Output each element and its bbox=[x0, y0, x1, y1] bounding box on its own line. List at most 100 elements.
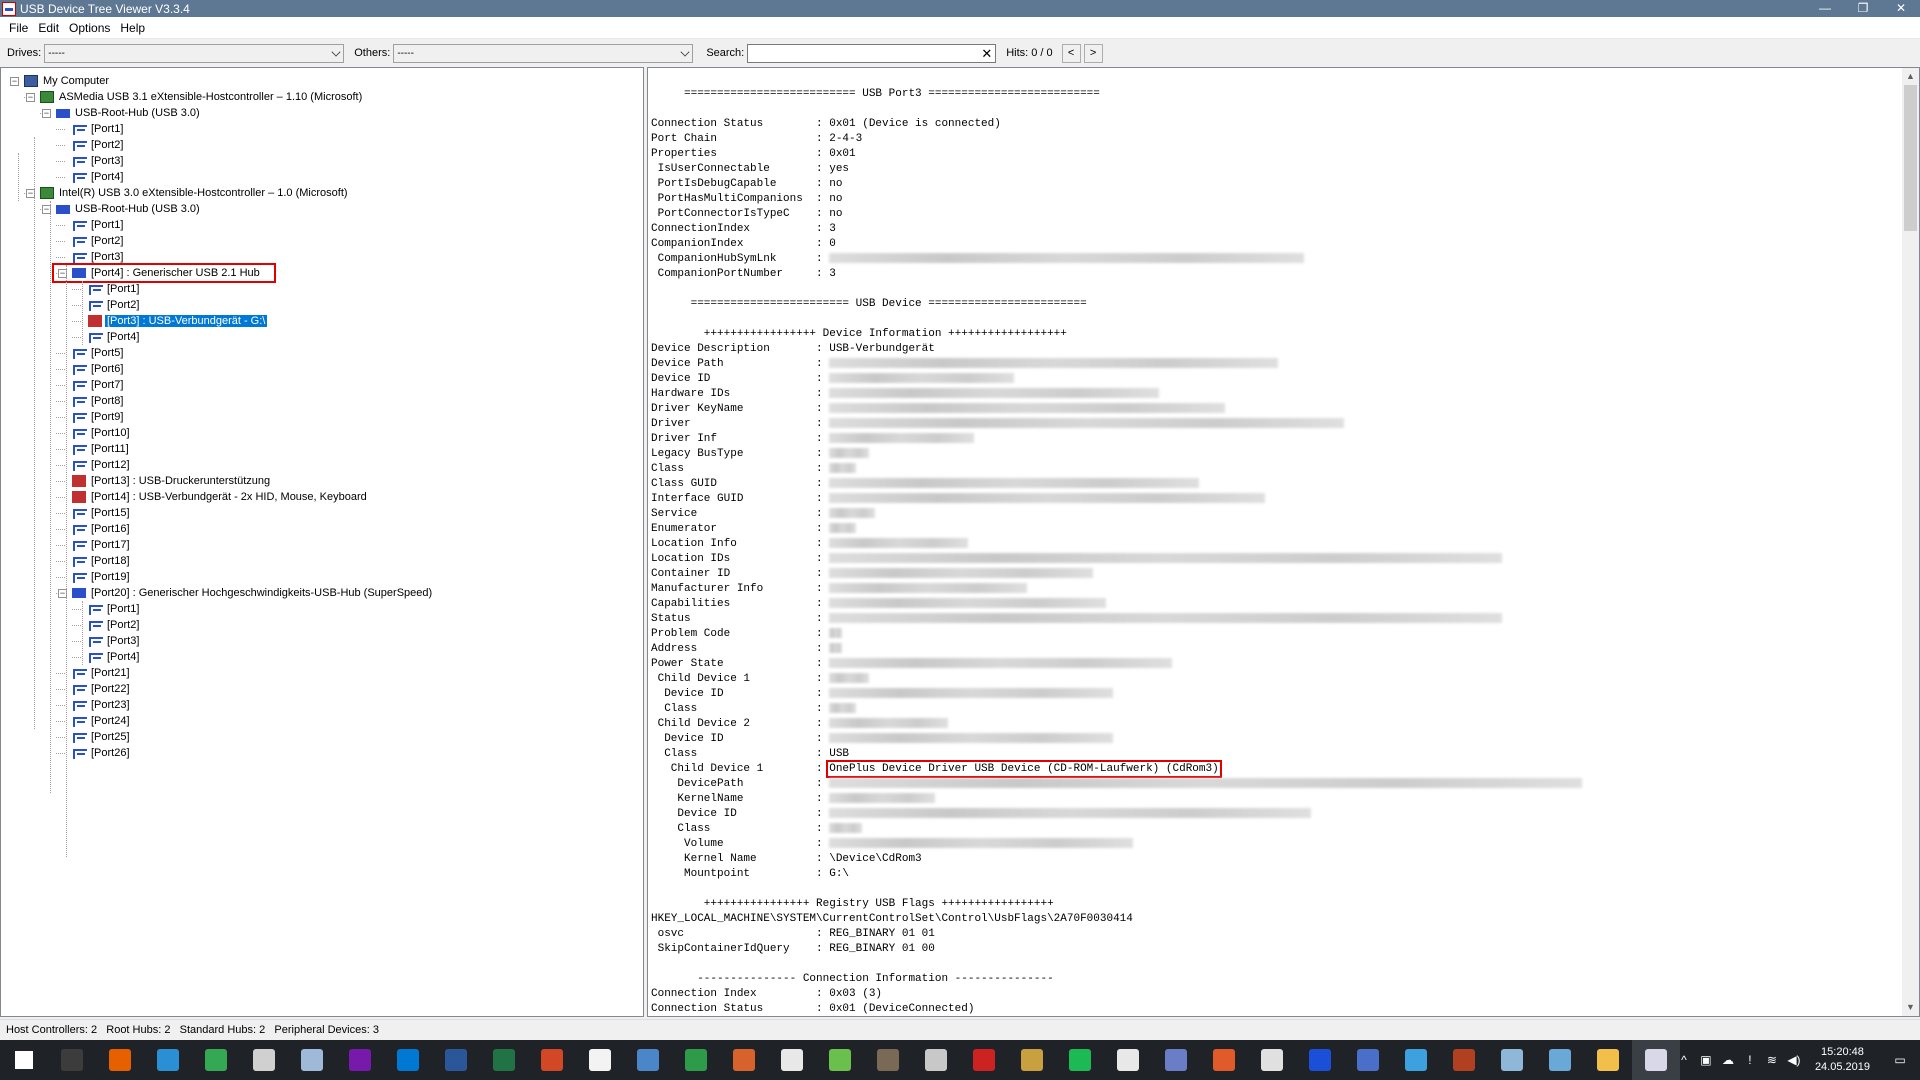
tree-item[interactable]: [Port20] : Generischer Hochgeschwindigke… bbox=[72, 585, 434, 601]
taskbar-app[interactable] bbox=[480, 1040, 528, 1080]
tree-item[interactable]: [Port1] bbox=[72, 217, 125, 233]
scroll-down-icon[interactable]: ▼ bbox=[1902, 999, 1919, 1016]
taskbar-app[interactable] bbox=[432, 1040, 480, 1080]
tree-item[interactable]: [Port2] bbox=[72, 137, 125, 153]
taskbar-app[interactable] bbox=[528, 1040, 576, 1080]
taskbar-app[interactable] bbox=[336, 1040, 384, 1080]
taskbar-app[interactable] bbox=[1104, 1040, 1152, 1080]
taskbar-app[interactable] bbox=[1008, 1040, 1056, 1080]
menu-options[interactable]: Options bbox=[64, 21, 115, 35]
collapse-icon[interactable]: − bbox=[10, 77, 19, 86]
clear-search-icon[interactable]: ✕ bbox=[981, 46, 992, 61]
tree-item[interactable]: [Port3] : USB-Verbundgerät - G:\ bbox=[88, 313, 268, 329]
tree-item[interactable]: [Port19] bbox=[72, 569, 132, 585]
onedrive-icon[interactable]: ☁ bbox=[1717, 1053, 1739, 1067]
search-input[interactable]: ✕ bbox=[747, 43, 997, 63]
taskbar-app[interactable] bbox=[864, 1040, 912, 1080]
scroll-up-icon[interactable]: ▲ bbox=[1902, 68, 1919, 85]
tree-item[interactable]: [Port21] bbox=[72, 665, 132, 681]
tree-item[interactable]: [Port23] bbox=[72, 697, 132, 713]
warning-icon[interactable]: ! bbox=[1739, 1053, 1761, 1067]
taskbar-app[interactable] bbox=[1056, 1040, 1104, 1080]
tree-item[interactable]: [Port24] bbox=[72, 713, 132, 729]
tree-item[interactable]: [Port6] bbox=[72, 361, 125, 377]
taskbar-app[interactable] bbox=[1152, 1040, 1200, 1080]
tree-item[interactable]: [Port1] bbox=[72, 121, 125, 137]
tree-item[interactable]: [Port10] bbox=[72, 425, 132, 441]
taskbar-app[interactable] bbox=[240, 1040, 288, 1080]
taskbar-app[interactable] bbox=[1584, 1040, 1632, 1080]
taskbar-app[interactable] bbox=[576, 1040, 624, 1080]
tree-item[interactable]: [Port4] bbox=[88, 329, 141, 345]
volume-icon[interactable]: ◀) bbox=[1783, 1053, 1805, 1067]
minimize-button[interactable]: — bbox=[1806, 0, 1844, 17]
taskbar-app[interactable] bbox=[1536, 1040, 1584, 1080]
tree-item[interactable]: [Port17] bbox=[72, 537, 132, 553]
clock[interactable]: 15:20:48 24.05.2019 bbox=[1805, 1045, 1880, 1075]
restore-button[interactable]: ❐ bbox=[1844, 0, 1882, 17]
close-button[interactable]: ✕ bbox=[1882, 0, 1920, 17]
taskbar-app[interactable] bbox=[1392, 1040, 1440, 1080]
taskbar-app[interactable] bbox=[96, 1040, 144, 1080]
tree-item[interactable]: [Port2] bbox=[88, 297, 141, 313]
tree-item[interactable]: [Port2] bbox=[88, 617, 141, 633]
wifi-icon[interactable]: ≋ bbox=[1761, 1053, 1783, 1067]
taskbar-app[interactable] bbox=[1200, 1040, 1248, 1080]
taskbar-app[interactable] bbox=[384, 1040, 432, 1080]
taskbar-app[interactable] bbox=[0, 1040, 48, 1080]
tree-item[interactable]: [Port18] bbox=[72, 553, 132, 569]
details-panel[interactable]: ========================== USB Port3 ===… bbox=[647, 67, 1920, 1017]
device-tree-panel[interactable]: My Computer − ASMedia USB 3.1 eXtensible-H… bbox=[0, 67, 644, 1017]
tree-item[interactable]: [Port16] bbox=[72, 521, 132, 537]
taskbar-app[interactable] bbox=[720, 1040, 768, 1080]
tree-item[interactable]: [Port26] bbox=[72, 745, 132, 761]
taskbar-app[interactable] bbox=[192, 1040, 240, 1080]
tree-item[interactable]: [Port11] bbox=[72, 441, 131, 457]
tree-item[interactable]: [Port13] : USB-Druckerunterstützung bbox=[72, 473, 272, 489]
tree-item[interactable]: [Port15] bbox=[72, 505, 132, 521]
taskbar-app[interactable] bbox=[1296, 1040, 1344, 1080]
tree-item[interactable]: [Port3] bbox=[72, 153, 125, 169]
taskbar-app[interactable] bbox=[912, 1040, 960, 1080]
tree-item[interactable]: [Port1] bbox=[88, 281, 141, 297]
taskbar-app[interactable] bbox=[1440, 1040, 1488, 1080]
tree-item[interactable]: [Port22] bbox=[72, 681, 132, 697]
tree-item[interactable]: [Port14] : USB-Verbundgerät - 2x HID, Mo… bbox=[72, 489, 369, 505]
tree-item[interactable]: [Port5] bbox=[72, 345, 125, 361]
menu-edit[interactable]: Edit bbox=[33, 21, 64, 35]
details-scrollbar[interactable]: ▲ ▼ bbox=[1902, 68, 1919, 1016]
taskbar-app[interactable] bbox=[1488, 1040, 1536, 1080]
network-icon[interactable]: ▣ bbox=[1695, 1053, 1717, 1067]
tree-item[interactable]: [Port7] bbox=[72, 377, 125, 393]
tree-item[interactable]: USB-Root-Hub (USB 3.0) bbox=[56, 105, 202, 121]
taskbar-app[interactable] bbox=[768, 1040, 816, 1080]
tree-item[interactable]: [Port3] bbox=[88, 633, 141, 649]
tree-item[interactable]: Intel(R) USB 3.0 eXtensible-Hostcontroll… bbox=[40, 185, 350, 201]
menu-file[interactable]: File bbox=[4, 21, 33, 35]
notifications-icon[interactable]: ▭ bbox=[1880, 1053, 1920, 1067]
taskbar-app[interactable] bbox=[960, 1040, 1008, 1080]
taskbar-app[interactable] bbox=[1344, 1040, 1392, 1080]
tree-item[interactable]: [Port4] bbox=[88, 649, 141, 665]
next-hit-button[interactable]: > bbox=[1083, 43, 1103, 63]
tree-item[interactable]: My Computer bbox=[24, 73, 111, 89]
others-dropdown[interactable]: ----- bbox=[393, 43, 694, 63]
tree-item[interactable]: [Port9] bbox=[72, 409, 125, 425]
taskbar-app[interactable] bbox=[48, 1040, 96, 1080]
chevron-up-icon[interactable]: ^ bbox=[1673, 1053, 1695, 1067]
tree-item[interactable]: ASMedia USB 3.1 eXtensible-Hostcontrolle… bbox=[40, 89, 364, 105]
tree-item[interactable]: USB-Root-Hub (USB 3.0) bbox=[56, 201, 202, 217]
tree-item[interactable]: [Port8] bbox=[72, 393, 125, 409]
menu-help[interactable]: Help bbox=[115, 21, 150, 35]
drives-dropdown[interactable]: ----- bbox=[44, 43, 345, 63]
tree-item[interactable]: [Port4] bbox=[72, 169, 125, 185]
taskbar-app[interactable] bbox=[288, 1040, 336, 1080]
tree-item[interactable]: [Port25] bbox=[72, 729, 132, 745]
tree-item[interactable]: [Port2] bbox=[72, 233, 125, 249]
tree-item[interactable]: [Port1] bbox=[88, 601, 141, 617]
taskbar-app[interactable] bbox=[672, 1040, 720, 1080]
taskbar-app[interactable] bbox=[816, 1040, 864, 1080]
collapse-icon[interactable]: − bbox=[26, 93, 35, 102]
collapse-icon[interactable]: − bbox=[42, 109, 51, 118]
tree-item[interactable]: [Port12] bbox=[72, 457, 132, 473]
